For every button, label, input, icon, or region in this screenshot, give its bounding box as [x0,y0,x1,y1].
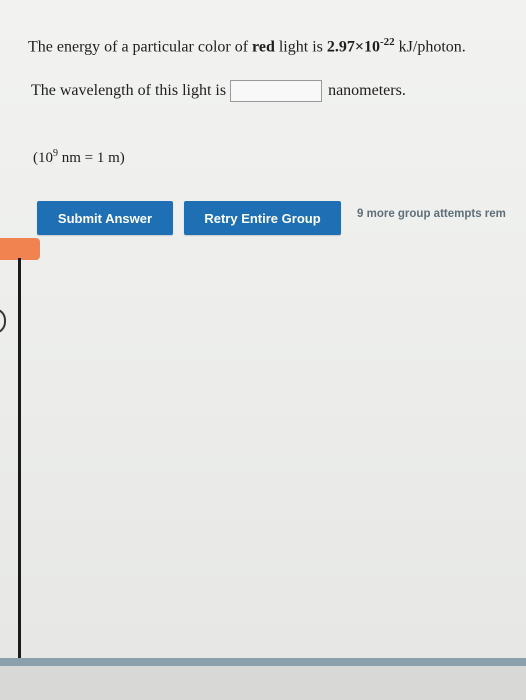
question-text: The energy of a particular color of [28,38,249,56]
bottom-strip [0,666,526,700]
page-background [0,0,526,700]
wavelength-unit: nanometers. [328,82,406,99]
left-divider-line [18,258,21,658]
energy-unit: kJ/photon. [398,38,466,56]
energy-exponent: -22 [380,36,395,48]
question-color-word: red [252,38,275,56]
attempts-remaining-text: 9 more group attempts rem [357,208,506,220]
note-rest: nm = 1 m) [58,150,125,166]
note-open: (10 [33,150,53,166]
energy-value: 2.97×10 [326,38,380,56]
conversion-note: (109 nm = 1 m) [33,148,125,167]
submit-answer-button[interactable]: Submit Answer [37,201,173,235]
wavelength-prompt: The wavelength of this light is [31,82,227,99]
question-energy-line: The energy of a particular color of red … [28,36,466,56]
retry-entire-group-button[interactable]: Retry Entire Group [184,201,341,235]
bottom-bar [0,658,526,666]
question-wavelength-line: The wavelength of this light is nanomete… [31,80,406,102]
wavelength-answer-input[interactable] [230,80,323,102]
orange-side-tab[interactable] [0,238,40,260]
question-text-mid: light is [278,38,323,56]
